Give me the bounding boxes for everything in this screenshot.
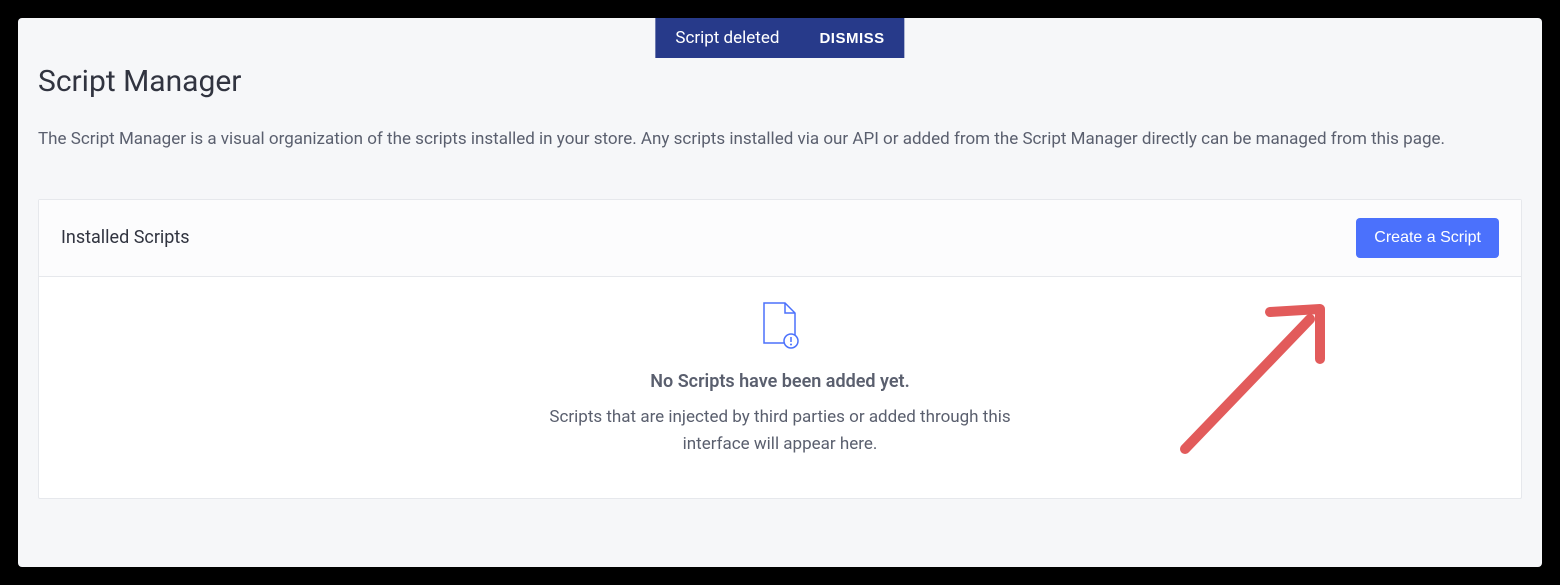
page-title: Script Manager [38, 64, 1522, 99]
dismiss-button[interactable]: DISMISS [819, 30, 884, 47]
file-alert-icon [761, 301, 799, 353]
empty-state-title: No Scripts have been added yet. [63, 371, 1497, 392]
empty-state-description: Scripts that are injected by third parti… [520, 404, 1040, 458]
panel-body: No Scripts have been added yet. Scripts … [39, 277, 1521, 498]
panel-header: Installed Scripts Create a Script [39, 200, 1521, 277]
page-description: The Script Manager is a visual organizat… [38, 127, 1522, 153]
notification-toast: Script deleted DISMISS [655, 18, 904, 58]
content-wrapper: Script Manager The Script Manager is a v… [18, 18, 1542, 499]
create-script-button[interactable]: Create a Script [1356, 218, 1499, 258]
toast-message: Script deleted [675, 28, 779, 48]
installed-scripts-panel: Installed Scripts Create a Script No Scr… [38, 199, 1522, 499]
panel-title: Installed Scripts [61, 227, 190, 248]
page-container: Script deleted DISMISS Script Manager Th… [18, 18, 1542, 567]
